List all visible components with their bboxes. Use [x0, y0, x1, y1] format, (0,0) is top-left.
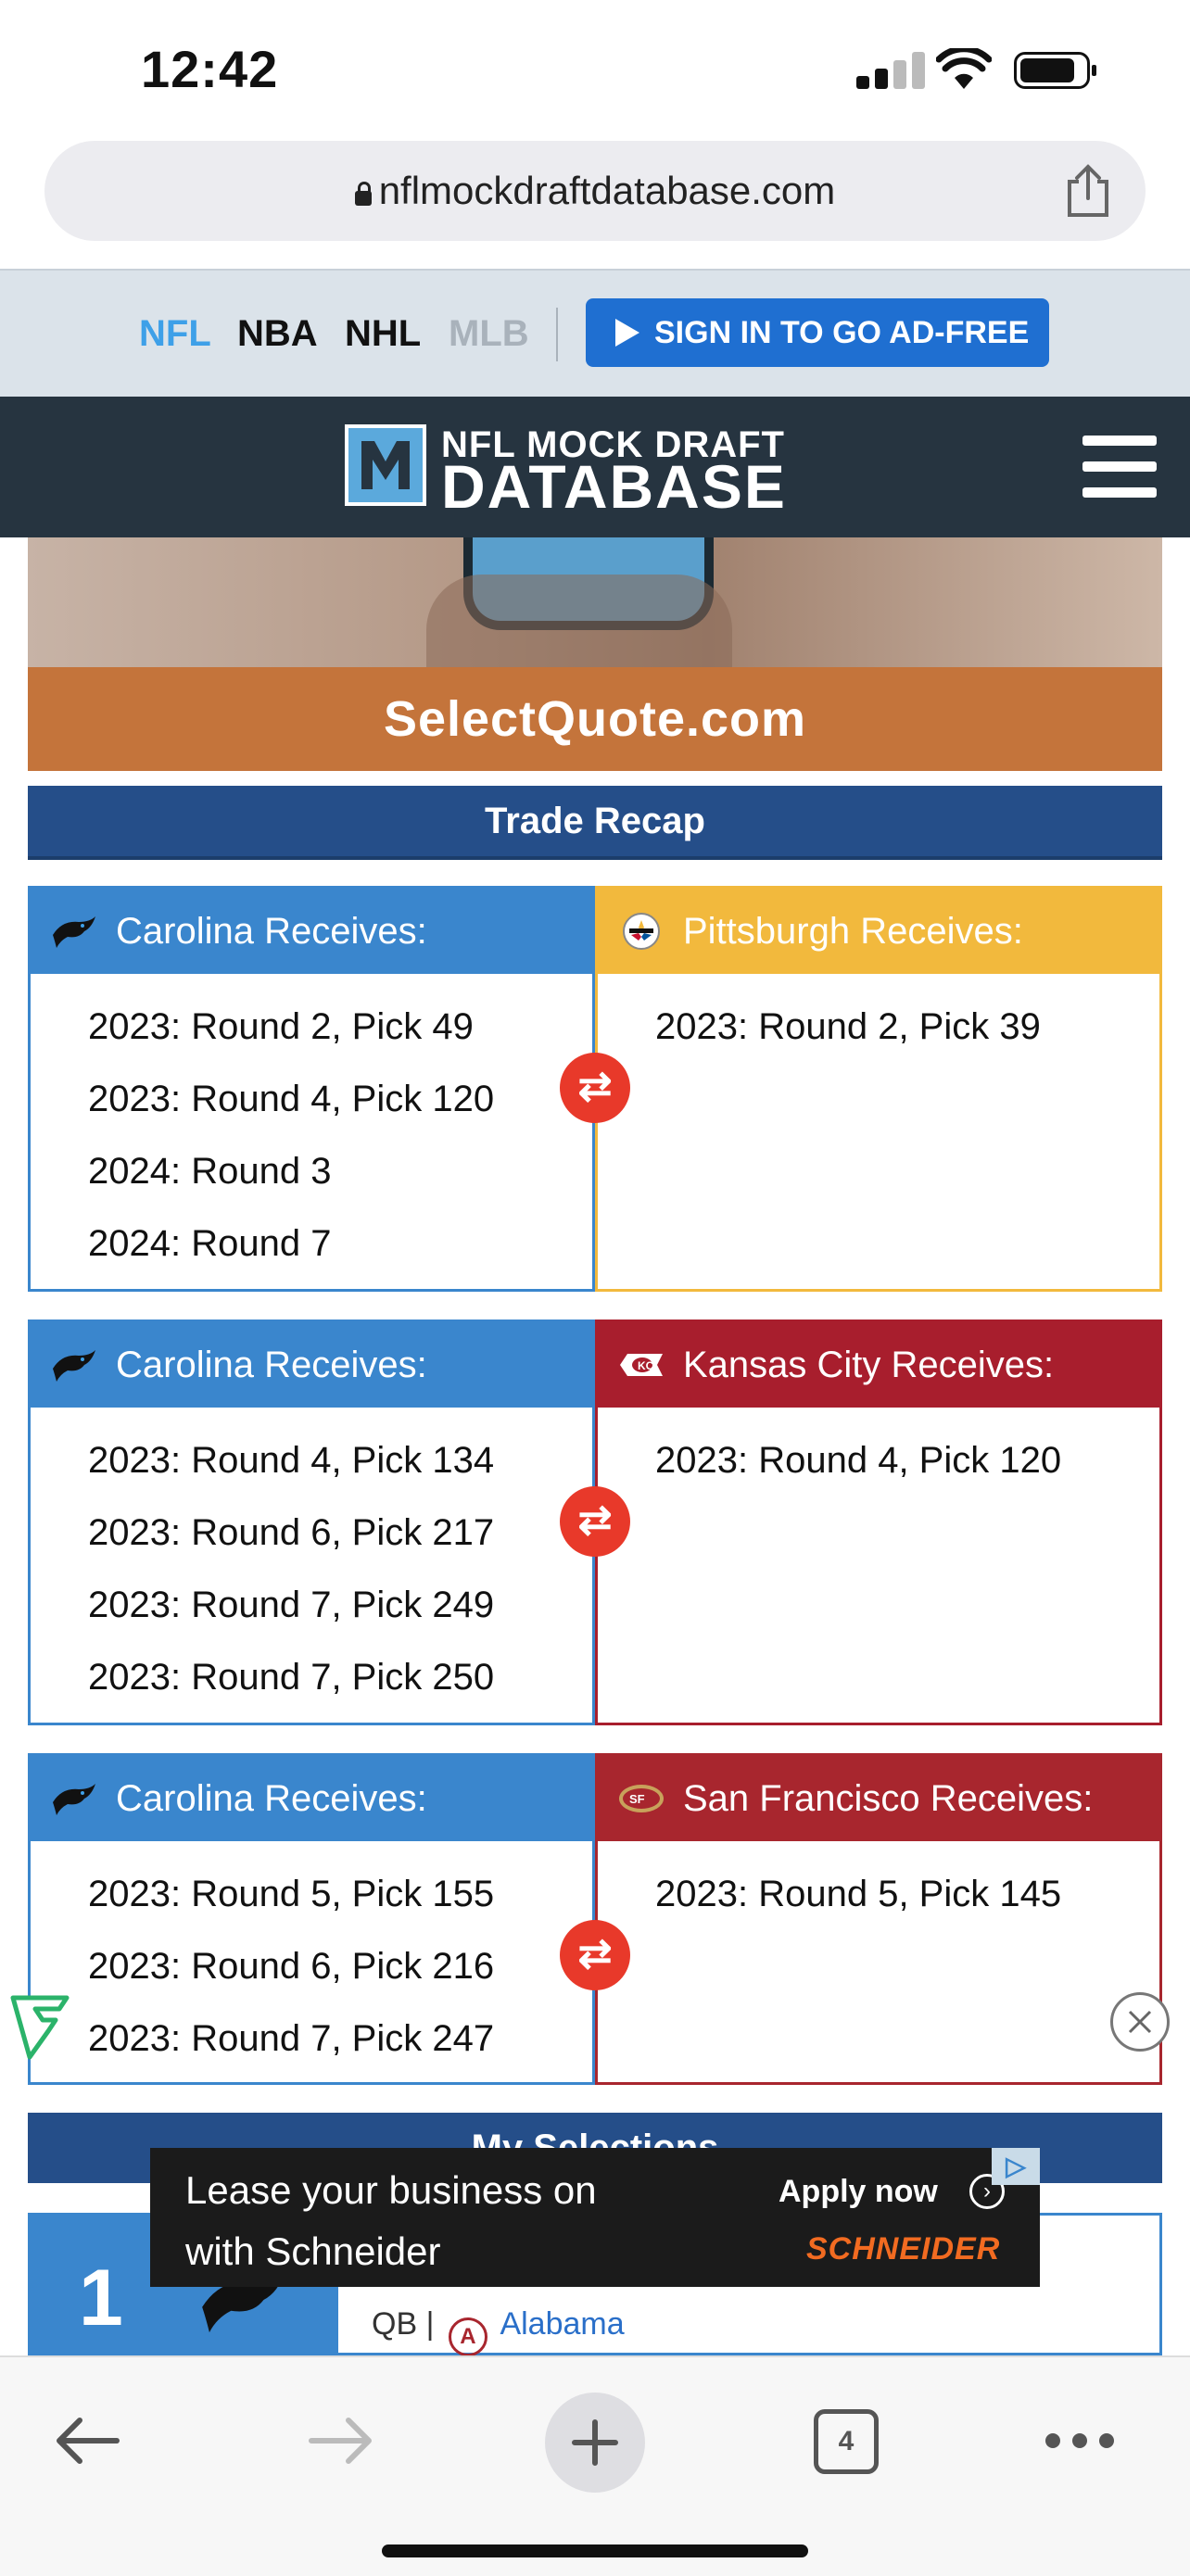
- alabama-logo-icon: A: [448, 2317, 487, 2356]
- player-position: QB |: [372, 2306, 435, 2342]
- site-logo[interactable]: NFL MOCK DRAFT DATABASE: [345, 424, 836, 517]
- trade-side-right: KC Kansas City Receives: 2023: Round 4, …: [595, 1320, 1162, 1725]
- adchoices-icon[interactable]: ▷: [992, 2148, 1040, 2185]
- ad-banner-schneider[interactable]: Lease your business on with Schneider Ap…: [150, 2148, 1040, 2287]
- trade-side-header: Carolina Receives:: [31, 1322, 592, 1408]
- ad-banner-selectquote[interactable]: SelectQuote.com: [28, 537, 1162, 771]
- signin-ad-free-button[interactable]: SIGN IN TO GO AD-FREE: [586, 298, 1049, 367]
- status-bar: 12:42: [0, 0, 1190, 139]
- trade-pick: 2023: Round 7, Pick 250: [88, 1657, 495, 1698]
- trade-pick: 2023: Round 4, Pick 120: [88, 1079, 495, 1119]
- logo-mark-icon: [345, 424, 426, 506]
- new-tab-button[interactable]: [545, 2393, 645, 2493]
- battery-icon: [1014, 52, 1096, 89]
- swap-arrows-icon: ⇄: [560, 1920, 630, 1990]
- schneider-logo: SCHNEIDER: [806, 2231, 1001, 2267]
- league-link-nhl[interactable]: NHL: [345, 313, 421, 355]
- league-link-nfl[interactable]: NFL: [139, 313, 211, 355]
- trade-pick: 2023: Round 7, Pick 249: [88, 1585, 495, 1625]
- trade-side-header: Carolina Receives:: [31, 1756, 592, 1841]
- trade-side-header: KC Kansas City Receives:: [598, 1322, 1159, 1408]
- trade-side-right: Pittsburgh Receives: 2023: Round 2, Pick…: [595, 886, 1162, 1292]
- trade-side-header: Pittsburgh Receives:: [598, 889, 1159, 974]
- panthers-logo-icon: [53, 1784, 95, 1815]
- trade-pick: 2023: Round 4, Pick 134: [88, 1440, 495, 1481]
- panthers-logo-icon: [53, 1350, 95, 1382]
- svg-text:SF: SF: [629, 1792, 645, 1806]
- trade-pick: 2024: Round 7: [88, 1223, 332, 1264]
- league-link-nba[interactable]: NBA: [237, 313, 318, 355]
- trade-card: Carolina Receives: 2023: Round 5, Pick 1…: [28, 1753, 1162, 2085]
- site-header: NFL MOCK DRAFT DATABASE: [0, 397, 1190, 537]
- feather-widget-icon[interactable]: [9, 1992, 70, 2063]
- swap-arrows-icon: ⇄: [560, 1486, 630, 1557]
- trade-pick: 2023: Round 4, Pick 120: [655, 1440, 1062, 1481]
- pick-number: 1: [79, 2254, 123, 2342]
- player-school-link[interactable]: Alabama: [500, 2306, 624, 2342]
- status-time: 12:42: [141, 40, 279, 98]
- forward-arrow-icon[interactable]: [306, 2413, 376, 2469]
- league-nav: NFL NBA NHL MLB SIGN IN TO GO AD-FREE: [0, 269, 1190, 398]
- trade-pick: 2023: Round 6, Pick 217: [88, 1512, 495, 1553]
- player-meta: QB | A Alabama: [372, 2306, 625, 2356]
- trade-side-left: Carolina Receives: 2023: Round 5, Pick 1…: [28, 1753, 595, 2085]
- trade-pick: 2024: Round 3: [88, 1151, 332, 1192]
- trade-pick: 2023: Round 2, Pick 49: [88, 1006, 474, 1047]
- trade-pick: 2023: Round 5, Pick 145: [655, 1874, 1062, 1914]
- apply-now-button[interactable]: Apply now: [779, 2174, 938, 2210]
- back-arrow-icon[interactable]: [52, 2413, 122, 2469]
- 49ers-logo-icon: SF: [619, 1785, 664, 1812]
- trade-recap-title: Trade Recap: [28, 786, 1162, 860]
- trade-side-header: Carolina Receives:: [31, 889, 592, 974]
- logo-line2: DATABASE: [441, 452, 787, 521]
- svg-text:KC: KC: [638, 1359, 654, 1372]
- lock-icon: [354, 182, 372, 206]
- address-bar[interactable]: nflmockdraftdatabase.com: [44, 141, 1146, 241]
- play-icon: [615, 319, 639, 347]
- trade-card: Carolina Receives: 2023: Round 2, Pick 4…: [28, 886, 1162, 1292]
- trade-side-left: Carolina Receives: 2023: Round 4, Pick 1…: [28, 1320, 595, 1725]
- league-link-mlb[interactable]: MLB: [449, 313, 529, 355]
- close-ad-icon[interactable]: [1110, 1992, 1170, 2052]
- url-text: nflmockdraftdatabase.com: [378, 169, 836, 212]
- trade-pick: 2023: Round 6, Pick 216: [88, 1946, 495, 1987]
- trade-card: Carolina Receives: 2023: Round 4, Pick 1…: [28, 1320, 1162, 1725]
- steelers-logo-icon: [623, 913, 660, 950]
- plus-icon: [572, 2419, 618, 2466]
- panthers-logo-icon: [53, 916, 95, 948]
- ad-text-band: SelectQuote.com: [28, 667, 1162, 771]
- tabs-button[interactable]: 4: [814, 2409, 879, 2474]
- trade-pick: 2023: Round 2, Pick 39: [655, 1006, 1041, 1047]
- browser-toolbar: 4: [0, 2355, 1190, 2576]
- trade-pick: 2023: Round 7, Pick 247: [88, 2018, 495, 2059]
- nav-divider: [556, 308, 558, 361]
- chiefs-logo-icon: KC: [620, 1354, 663, 1376]
- ad-photo: [28, 537, 1162, 667]
- signal-icon: [856, 52, 925, 89]
- trade-pick: 2023: Round 5, Pick 155: [88, 1874, 495, 1914]
- trade-side-right: SF San Francisco Receives: 2023: Round 5…: [595, 1753, 1162, 2085]
- wifi-icon: [936, 48, 992, 89]
- hamburger-menu-icon[interactable]: [1082, 434, 1157, 500]
- home-indicator: [382, 2544, 808, 2557]
- more-options-icon[interactable]: [1045, 2433, 1114, 2450]
- share-icon[interactable]: [1064, 163, 1112, 219]
- trade-side-header: SF San Francisco Receives:: [598, 1756, 1159, 1841]
- trade-side-left: Carolina Receives: 2023: Round 2, Pick 4…: [28, 886, 595, 1292]
- swap-arrows-icon: ⇄: [560, 1053, 630, 1123]
